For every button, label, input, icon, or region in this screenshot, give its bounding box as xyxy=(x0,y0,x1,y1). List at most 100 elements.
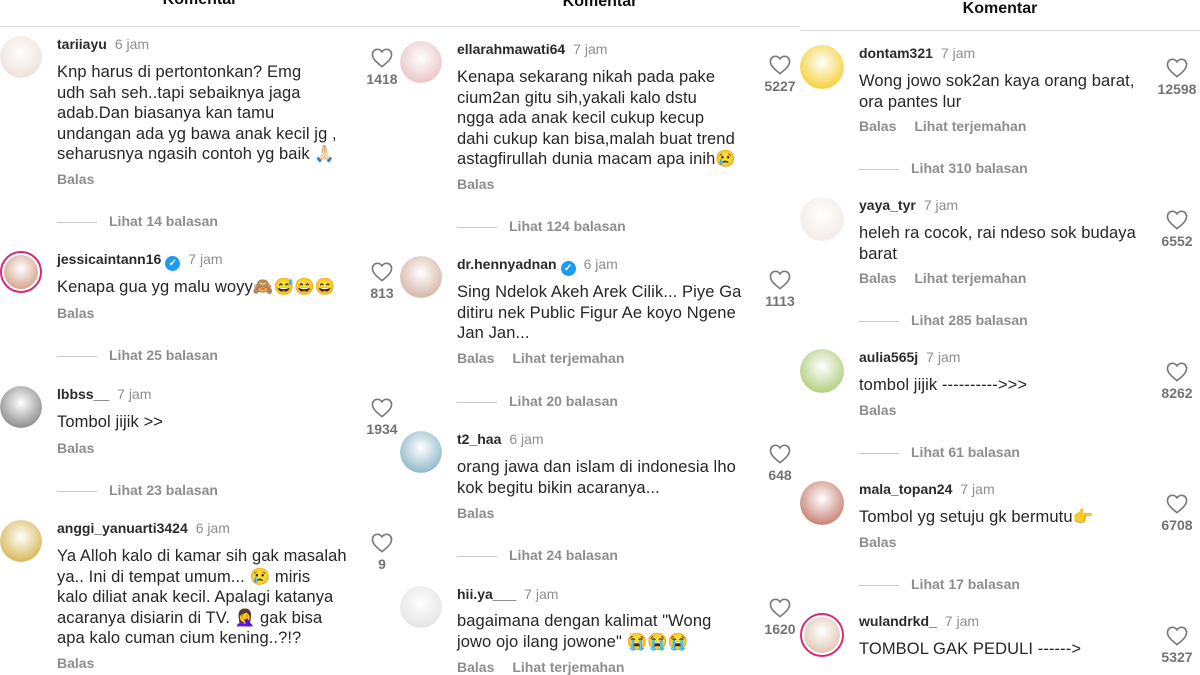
like-button[interactable]: 1934 xyxy=(357,398,400,437)
view-replies-button[interactable]: Lihat 285 balasan xyxy=(859,312,1028,328)
avatar[interactable] xyxy=(400,586,442,628)
like-button[interactable]: 1113 xyxy=(755,270,800,309)
heart-icon[interactable] xyxy=(1152,210,1200,230)
view-replies-button[interactable]: Lihat 14 balasan xyxy=(57,213,218,229)
view-replies-button[interactable]: Lihat 20 balasan xyxy=(457,393,618,409)
username-text[interactable]: anggi_yanuarti3424 xyxy=(57,520,188,536)
comment-username[interactable]: anggi_yanuarti3424 6 jam xyxy=(57,520,230,536)
username-text[interactable]: mala_topan24 xyxy=(859,481,952,497)
heart-icon[interactable] xyxy=(755,444,800,464)
reply-button[interactable]: Balas xyxy=(57,440,94,456)
heart-icon[interactable] xyxy=(357,533,400,553)
avatar[interactable] xyxy=(800,349,844,393)
view-replies-button[interactable]: Lihat 124 balasan xyxy=(457,218,626,234)
like-button[interactable]: 813 xyxy=(357,262,400,301)
reply-button[interactable]: Balas xyxy=(859,118,896,134)
username-text[interactable]: lbbss__ xyxy=(57,386,109,402)
view-replies-label[interactable]: Lihat 285 balasan xyxy=(911,312,1028,328)
avatar[interactable] xyxy=(800,45,844,89)
view-replies-label[interactable]: Lihat 14 balasan xyxy=(109,213,218,229)
comment-username[interactable]: yaya_tyr 7 jam xyxy=(859,197,958,213)
reply-button[interactable]: Balas xyxy=(457,659,494,675)
username-text[interactable]: ellarahmawati64 xyxy=(457,41,565,57)
username-text[interactable]: t2_haa xyxy=(457,431,501,447)
avatar[interactable] xyxy=(0,251,42,293)
view-replies-button[interactable]: Lihat 17 balasan xyxy=(859,576,1020,592)
avatar[interactable] xyxy=(400,41,442,83)
username-text[interactable]: hii.ya___ xyxy=(457,586,516,602)
heart-icon[interactable] xyxy=(1152,362,1200,382)
avatar[interactable] xyxy=(800,481,844,525)
reply-button[interactable]: Balas xyxy=(57,171,94,187)
view-replies-label[interactable]: Lihat 20 balasan xyxy=(509,393,618,409)
avatar[interactable] xyxy=(0,520,42,562)
see-translation-button[interactable]: Lihat terjemahan xyxy=(512,659,624,675)
username-text[interactable]: dr.hennyadnan xyxy=(457,256,557,272)
reply-button[interactable]: Balas xyxy=(859,402,896,418)
see-translation-button[interactable]: Lihat terjemahan xyxy=(512,350,624,366)
comment-username[interactable]: lbbss__ 7 jam xyxy=(57,386,151,402)
username-text[interactable]: yaya_tyr xyxy=(859,197,916,213)
reply-button[interactable]: Balas xyxy=(859,270,896,286)
heart-icon[interactable] xyxy=(1152,58,1200,78)
reply-button[interactable]: Balas xyxy=(859,534,896,550)
reply-button[interactable]: Balas xyxy=(457,176,494,192)
reply-button[interactable]: Balas xyxy=(457,505,494,521)
username-text[interactable]: tariiayu xyxy=(57,36,107,52)
username-text[interactable]: wulandrkd_ xyxy=(859,613,937,629)
view-replies-button[interactable]: Lihat 310 balasan xyxy=(859,160,1028,176)
like-button[interactable]: 12598 xyxy=(1152,58,1200,97)
heart-icon[interactable] xyxy=(357,262,400,282)
heart-icon[interactable] xyxy=(755,270,800,290)
avatar[interactable] xyxy=(800,197,844,241)
reply-button[interactable]: Balas xyxy=(57,655,94,671)
view-replies-label[interactable]: Lihat 61 balasan xyxy=(911,444,1020,460)
view-replies-label[interactable]: Lihat 310 balasan xyxy=(911,160,1028,176)
heart-icon[interactable] xyxy=(755,55,800,75)
heart-icon[interactable] xyxy=(357,48,400,68)
reply-button[interactable]: Balas xyxy=(457,350,494,366)
view-replies-label[interactable]: Lihat 23 balasan xyxy=(109,482,218,498)
avatar[interactable] xyxy=(400,256,442,298)
like-button[interactable]: 1620 xyxy=(755,598,800,637)
view-replies-button[interactable]: Lihat 25 balasan xyxy=(57,347,218,363)
view-replies-button[interactable]: Lihat 23 balasan xyxy=(57,482,218,498)
like-button[interactable]: 9 xyxy=(357,533,400,572)
heart-icon[interactable] xyxy=(1152,494,1200,514)
view-replies-button[interactable]: Lihat 24 balasan xyxy=(457,547,618,563)
comment-username[interactable]: hii.ya___ 7 jam xyxy=(457,586,558,602)
view-replies-label[interactable]: Lihat 24 balasan xyxy=(509,547,618,563)
avatar[interactable] xyxy=(0,36,42,78)
reply-button[interactable]: Balas xyxy=(57,305,94,321)
like-button[interactable]: 6552 xyxy=(1152,210,1200,249)
comment-username[interactable]: t2_haa 6 jam xyxy=(457,431,544,447)
see-translation-button[interactable]: Lihat terjemahan xyxy=(914,118,1026,134)
view-replies-button[interactable]: Lihat 61 balasan xyxy=(859,444,1020,460)
like-button[interactable]: 8262 xyxy=(1152,362,1200,401)
comment-username[interactable]: jessicaintann16 ✓ 7 jam xyxy=(57,251,223,271)
username-text[interactable]: aulia565j xyxy=(859,349,918,365)
like-button[interactable]: 5327 xyxy=(1152,626,1200,665)
avatar[interactable] xyxy=(800,613,844,657)
username-text[interactable]: dontam321 xyxy=(859,45,933,61)
see-translation-button[interactable]: Lihat terjemahan xyxy=(914,270,1026,286)
avatar[interactable] xyxy=(0,386,42,428)
avatar[interactable] xyxy=(400,431,442,473)
like-button[interactable]: 5227 xyxy=(755,55,800,94)
comment-username[interactable]: tariiayu 6 jam xyxy=(57,36,149,52)
view-replies-label[interactable]: Lihat 17 balasan xyxy=(911,576,1020,592)
heart-icon[interactable] xyxy=(357,398,400,418)
view-replies-label[interactable]: Lihat 124 balasan xyxy=(509,218,626,234)
like-button[interactable]: 648 xyxy=(755,444,800,483)
like-button[interactable]: 6708 xyxy=(1152,494,1200,533)
heart-icon[interactable] xyxy=(1152,626,1200,646)
like-button[interactable]: 1418 xyxy=(357,48,400,87)
comment-username[interactable]: aulia565j 7 jam xyxy=(859,349,960,365)
heart-icon[interactable] xyxy=(755,598,800,618)
comment-username[interactable]: ellarahmawati64 7 jam xyxy=(457,41,607,57)
comment-username[interactable]: wulandrkd_ 7 jam xyxy=(859,613,979,629)
username-text[interactable]: jessicaintann16 xyxy=(57,251,161,267)
comment-username[interactable]: dr.hennyadnan ✓ 6 jam xyxy=(457,256,618,276)
comment-username[interactable]: mala_topan24 7 jam xyxy=(859,481,995,497)
view-replies-label[interactable]: Lihat 25 balasan xyxy=(109,347,218,363)
